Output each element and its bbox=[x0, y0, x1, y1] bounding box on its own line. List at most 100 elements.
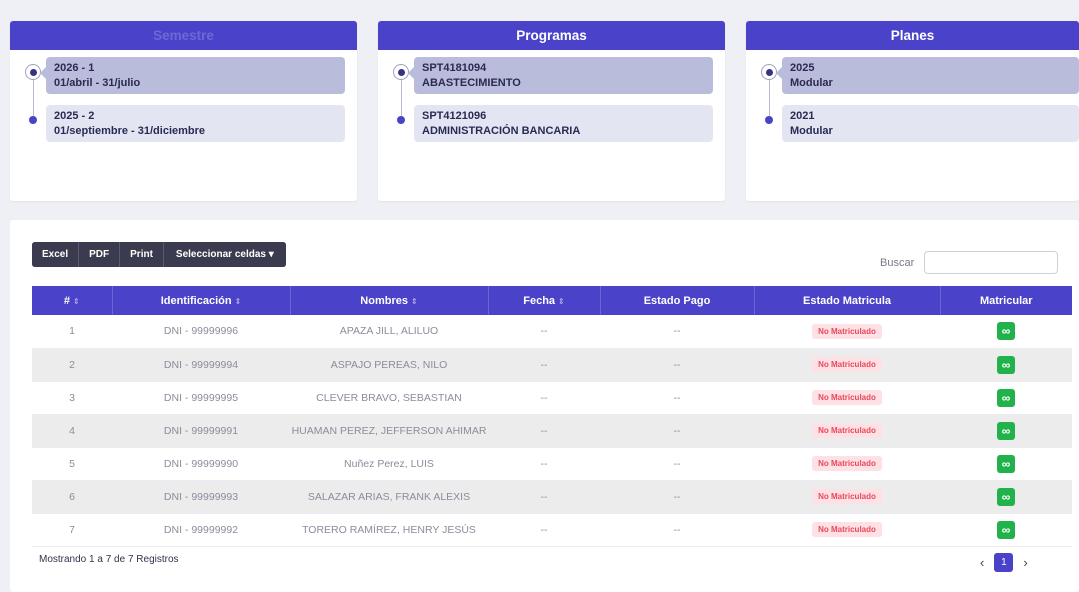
enroll-link-icon[interactable]: ∞ bbox=[997, 487, 1015, 506]
export-toolbar: Excel PDF Print Seleccionar celdas ▾ bbox=[32, 242, 286, 267]
row-nombres: CLEVER BRAVO, SEBASTIAN bbox=[290, 381, 488, 415]
sort-icon: ⇕ bbox=[72, 296, 80, 306]
status-badge: No Matriculado bbox=[812, 423, 882, 438]
table-row: 5 DNI - 99999990 Nuñez Perez, LUIS -- --… bbox=[32, 447, 1072, 481]
row-fecha: -- bbox=[488, 348, 600, 382]
col-header-matricular: Matricular bbox=[940, 286, 1072, 315]
programa-item[interactable]: SPT4181094 ABASTECIMIENTO bbox=[378, 57, 725, 105]
row-nombres: HUAMAN PEREZ, JEFFERSON AHIMAR bbox=[290, 414, 488, 448]
planes-panel-title: Planes bbox=[746, 21, 1079, 50]
row-number: 2 bbox=[32, 348, 112, 382]
row-nombres: APAZA JILL, ALILUO bbox=[290, 315, 488, 349]
search-input[interactable] bbox=[924, 251, 1058, 274]
row-estado-pago: -- bbox=[600, 513, 754, 547]
row-nombres: SALAZAR ARIAS, FRANK ALEXIS bbox=[290, 480, 488, 514]
row-nombres: ASPAJO PEREAS, NILO bbox=[290, 348, 488, 382]
enroll-link-icon[interactable]: ∞ bbox=[997, 388, 1015, 407]
col-header-estado-matricula: Estado Matricula bbox=[754, 286, 941, 315]
row-identificacion: DNI - 99999996 bbox=[112, 315, 290, 349]
row-identificacion: DNI - 99999990 bbox=[112, 447, 290, 481]
timeline-selected-icon bbox=[393, 64, 409, 80]
pdf-button[interactable]: PDF bbox=[79, 242, 121, 267]
table-row: 7 DNI - 99999992 TORERO RAMÍREZ, HENRY J… bbox=[32, 513, 1072, 547]
semestre-panel-title: Semestre bbox=[10, 21, 357, 50]
status-badge: No Matriculado bbox=[812, 522, 882, 537]
next-page-icon[interactable]: › bbox=[1023, 555, 1027, 570]
row-nombres: Nuñez Perez, LUIS bbox=[290, 447, 488, 481]
status-badge: No Matriculado bbox=[812, 390, 882, 405]
table-header-row: # ⇕ Identificación ⇕ Nombres ⇕ Fecha ⇕ Estad… bbox=[32, 286, 1072, 315]
timeline-dot-icon bbox=[397, 116, 405, 124]
row-fecha: -- bbox=[488, 447, 600, 481]
row-estado-pago: -- bbox=[600, 315, 754, 349]
timeline-selected-icon bbox=[25, 64, 41, 80]
programas-panel-title: Programas bbox=[378, 21, 725, 50]
row-estado-pago: -- bbox=[600, 414, 754, 448]
status-badge: No Matriculado bbox=[812, 357, 882, 372]
row-identificacion: DNI - 99999992 bbox=[112, 513, 290, 547]
pagination: ‹ 1 › bbox=[980, 553, 1028, 572]
row-number: 5 bbox=[32, 447, 112, 481]
page-button-1[interactable]: 1 bbox=[994, 553, 1014, 572]
col-header-identificacion[interactable]: Identificación ⇕ bbox=[112, 286, 291, 315]
status-badge: No Matriculado bbox=[812, 456, 882, 471]
status-badge: No Matriculado bbox=[812, 489, 882, 504]
row-estado-pago: -- bbox=[600, 447, 754, 481]
row-number: 6 bbox=[32, 480, 112, 514]
timeline-selected-icon bbox=[761, 64, 777, 80]
status-badge: No Matriculado bbox=[812, 323, 882, 339]
sort-icon: ⇕ bbox=[558, 296, 565, 306]
table-row: 3 DNI - 99999995 CLEVER BRAVO, SEBASTIAN… bbox=[32, 381, 1072, 415]
col-header-estado-pago: Estado Pago bbox=[600, 286, 755, 315]
select-cells-dropdown[interactable]: Seleccionar celdas ▾ bbox=[163, 242, 286, 267]
row-identificacion: DNI - 99999995 bbox=[112, 381, 290, 415]
sort-icon: ⇕ bbox=[234, 296, 242, 306]
row-number: 4 bbox=[32, 414, 112, 448]
plan-item[interactable]: 2021 Modular bbox=[746, 105, 1079, 153]
row-number: 1 bbox=[32, 315, 112, 349]
row-fecha: -- bbox=[488, 513, 600, 547]
col-header-nombres[interactable]: Nombres ⇕ bbox=[290, 286, 489, 315]
row-nombres: TORERO RAMÍREZ, HENRY JESÚS bbox=[290, 513, 488, 547]
col-header-fecha[interactable]: Fecha ⇕ bbox=[488, 286, 601, 315]
planes-panel: Planes 2025 Modular 2021 Modular bbox=[746, 21, 1079, 201]
enroll-link-icon[interactable]: ∞ bbox=[997, 322, 1015, 341]
programa-item[interactable]: SPT4121096 ADMINISTRACIÓN BANCARIA bbox=[378, 105, 725, 153]
timeline-dot-icon bbox=[765, 116, 773, 124]
enroll-link-icon[interactable]: ∞ bbox=[997, 355, 1015, 374]
table-row: 1 DNI - 99999996 APAZA JILL, ALILUO -- -… bbox=[32, 315, 1072, 349]
row-number: 7 bbox=[32, 513, 112, 547]
row-fecha: -- bbox=[488, 315, 600, 349]
row-number: 3 bbox=[32, 381, 112, 415]
print-button[interactable]: Print bbox=[120, 242, 164, 267]
timeline-dot-icon bbox=[29, 116, 37, 124]
row-identificacion: DNI - 99999993 bbox=[112, 480, 290, 514]
semestre-panel: Semestre 2026 - 1 01/abril - 31/julio 20… bbox=[10, 21, 357, 201]
row-estado-pago: -- bbox=[600, 480, 754, 514]
row-estado-pago: -- bbox=[600, 381, 754, 415]
col-header-number[interactable]: # ⇕ bbox=[32, 286, 113, 315]
students-table: # ⇕ Identificación ⇕ Nombres ⇕ Fecha ⇕ Estad… bbox=[32, 286, 1072, 547]
sort-icon: ⇕ bbox=[410, 296, 418, 306]
search-label: Buscar bbox=[880, 257, 915, 269]
row-fecha: -- bbox=[488, 480, 600, 514]
row-identificacion: DNI - 99999994 bbox=[112, 348, 290, 382]
table-row: 4 DNI - 99999991 HUAMAN PEREZ, JEFFERSON… bbox=[32, 414, 1072, 448]
enroll-link-icon[interactable]: ∞ bbox=[997, 421, 1015, 440]
row-estado-pago: -- bbox=[600, 348, 754, 382]
row-identificacion: DNI - 99999991 bbox=[112, 414, 290, 448]
table-row: 6 DNI - 99999993 SALAZAR ARIAS, FRANK AL… bbox=[32, 480, 1072, 514]
row-fecha: -- bbox=[488, 381, 600, 415]
row-fecha: -- bbox=[488, 414, 600, 448]
table-row: 2 DNI - 99999994 ASPAJO PEREAS, NILO -- … bbox=[32, 348, 1072, 382]
enroll-link-icon[interactable]: ∞ bbox=[997, 454, 1015, 473]
enroll-link-icon[interactable]: ∞ bbox=[997, 520, 1015, 539]
excel-button[interactable]: Excel bbox=[32, 242, 80, 267]
semestre-item[interactable]: 2026 - 1 01/abril - 31/julio bbox=[10, 57, 357, 105]
prev-page-icon[interactable]: ‹ bbox=[980, 555, 984, 570]
students-table-card: Excel PDF Print Seleccionar celdas ▾ Bus… bbox=[10, 220, 1079, 592]
programas-panel: Programas SPT4181094 ABASTECIMIENTO SPT4… bbox=[378, 21, 725, 201]
semestre-item[interactable]: 2025 - 2 01/septiembre - 31/diciembre bbox=[10, 105, 357, 153]
records-info: Mostrando 1 a 7 de 7 Registros bbox=[39, 554, 179, 565]
plan-item[interactable]: 2025 Modular bbox=[746, 57, 1079, 105]
